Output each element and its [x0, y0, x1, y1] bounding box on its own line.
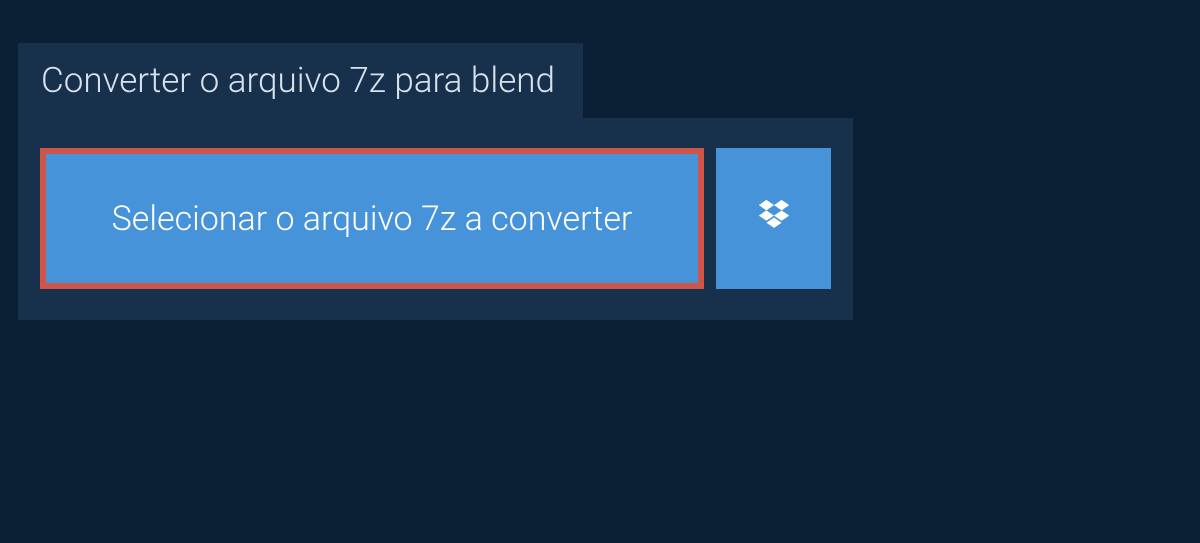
- dropbox-icon: [755, 198, 793, 240]
- tab-converter-title[interactable]: Converter o arquivo 7z para blend: [18, 43, 583, 118]
- converter-panel: Selecionar o arquivo 7z a converter: [18, 118, 853, 320]
- select-file-button[interactable]: Selecionar o arquivo 7z a converter: [40, 148, 704, 289]
- select-file-label: Selecionar o arquivo 7z a converter: [112, 199, 633, 239]
- dropbox-button[interactable]: [716, 148, 831, 289]
